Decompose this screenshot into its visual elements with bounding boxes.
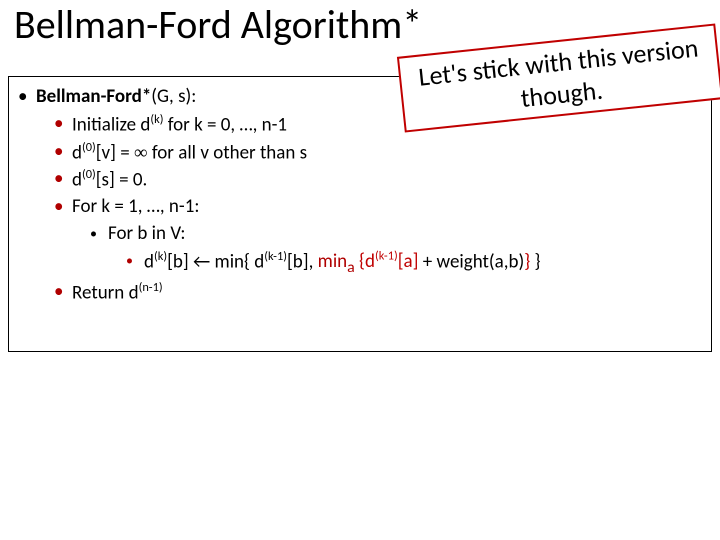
algo-init: Initialize d(k) for k = 0, …, n-1 bbox=[54, 111, 540, 139]
slide: Bellman-Ford Algorithm* Let's stick with… bbox=[0, 0, 720, 540]
slide-title: Bellman-Ford Algorithm* bbox=[14, 0, 422, 49]
algorithm-listing: Bellman-Ford*(G, s): Initialize d(k) for… bbox=[18, 84, 540, 307]
algo-for-k: For k = 1, …, n-1: bbox=[54, 194, 540, 221]
algo-update: d(k)[b] ← min{ d(k-1)[b], mina {d(k-1)[a… bbox=[126, 248, 540, 279]
algo-d0v: d(0)[v] = ∞ for all v other than s bbox=[54, 139, 540, 167]
algo-header: Bellman-Ford*(G, s): bbox=[18, 84, 540, 111]
algo-for-b: For b in V: bbox=[90, 221, 540, 248]
algo-d0s: d(0)[s] = 0. bbox=[54, 166, 540, 194]
algo-return: Return d(n-1) bbox=[54, 279, 540, 307]
